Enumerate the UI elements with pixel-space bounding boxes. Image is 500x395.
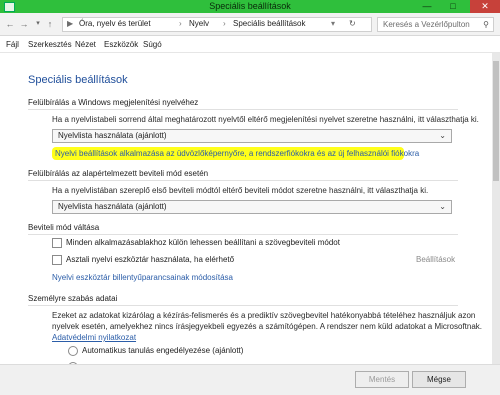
menu-tools[interactable]: Eszközök (104, 40, 138, 49)
forward-arrow-icon[interactable]: → (18, 18, 30, 30)
search-placeholder: Keresés a Vezérlőpulton (383, 20, 470, 29)
menu-file[interactable]: Fájl (6, 40, 19, 49)
scrollbar-thumb[interactable] (493, 61, 499, 181)
menu-help[interactable]: Súgó (143, 40, 162, 49)
save-button[interactable]: Mentés (355, 371, 409, 388)
divider (28, 180, 458, 181)
menu-edit[interactable]: Szerkesztés (28, 40, 72, 49)
back-arrow-icon[interactable]: ← (4, 18, 16, 30)
content-area: Speciális beállítások Felülbírálás a Win… (0, 53, 492, 364)
chevron-down-icon: ⌄ (439, 131, 446, 140)
page-title: Speciális beállítások (28, 74, 128, 86)
cancel-button[interactable]: Mégse (412, 371, 466, 388)
switching-heading: Beviteli mód váltása (28, 223, 100, 232)
dropdown-chevron-icon[interactable]: ▾ (331, 19, 335, 28)
personalization-text-line1: Ezeket az adatokat kizárólag a kézírás-f… (52, 311, 476, 320)
display-language-select[interactable]: Nyelvlista használata (ajánlott) ⌄ (52, 129, 452, 143)
display-override-description: Ha a nyelvlistabeli sorrend által meghat… (52, 115, 479, 124)
refresh-icon[interactable]: ↻ (349, 19, 356, 28)
breadcrumb-item-region[interactable]: Óra, nyelv és terület (79, 19, 151, 28)
footer-bar: Mentés Mégse (0, 364, 500, 395)
input-override-heading: Felülbírálás az alapértelmezett beviteli… (28, 169, 209, 178)
breadcrumb-separator-icon: › (179, 19, 182, 28)
address-bar: ← → ▾ ↑ ▶ Óra, nyelv és terület › Nyelv … (0, 13, 500, 36)
breadcrumb-separator-icon: › (223, 19, 226, 28)
recent-chevron-icon[interactable]: ▾ (32, 18, 44, 30)
divider (28, 234, 458, 235)
desktop-language-bar-label: Asztali nyelvi eszköztár használata, ha … (66, 255, 235, 264)
personalization-heading: Személyre szabás adatai (28, 294, 118, 303)
search-icon[interactable]: ⚲ (483, 20, 489, 29)
divider (28, 109, 458, 110)
search-input[interactable]: Keresés a Vezérlőpulton ⚲ (377, 17, 494, 32)
options-link[interactable]: Beállítások (416, 255, 455, 264)
breadcrumb-item-language[interactable]: Nyelv (189, 19, 209, 28)
title-bar: Speciális beállítások — □ ✕ (0, 0, 500, 13)
menu-bar: Fájl Szerkesztés Nézet Eszközök Súgó (0, 36, 500, 53)
breadcrumb[interactable]: ▶ Óra, nyelv és terület › Nyelv › Speciá… (62, 17, 372, 32)
hotkeys-link[interactable]: Nyelvi eszköztár billentyűparancsainak m… (52, 273, 233, 282)
close-button[interactable]: ✕ (470, 0, 500, 13)
input-method-value: Nyelvlista használata (ajánlott) (58, 202, 167, 211)
auto-learning-radio[interactable] (68, 346, 78, 356)
input-override-description: Ha a nyelvlistában szereplő első bevitel… (52, 186, 429, 195)
per-app-input-checkbox[interactable] (52, 238, 62, 248)
display-language-value: Nyelvlista használata (ajánlott) (58, 131, 167, 140)
personalization-text-line2: nyelvek esetén, amelyekhez nincs írásjeg… (52, 322, 483, 331)
auto-learning-label: Automatikus tanulás engedélyezése (ajánl… (82, 346, 244, 355)
apply-settings-link[interactable]: Nyelvi beállítások alkalmazása az üdvözl… (55, 149, 419, 158)
menu-view[interactable]: Nézet (75, 40, 96, 49)
per-app-input-label: Minden alkalmazásablakhoz külön lehessen… (66, 238, 340, 247)
folder-icon: ▶ (67, 19, 74, 28)
display-override-heading: Felülbírálás a Windows megjelenítési nye… (28, 98, 199, 107)
privacy-statement-link[interactable]: Adatvédelmi nyilatkozat (52, 333, 136, 342)
breadcrumb-item-advanced[interactable]: Speciális beállítások (233, 19, 305, 28)
desktop-language-bar-checkbox[interactable] (52, 255, 62, 265)
vertical-scrollbar[interactable] (492, 53, 500, 364)
up-arrow-icon[interactable]: ↑ (44, 18, 56, 30)
maximize-button[interactable]: □ (440, 0, 466, 13)
minimize-button[interactable]: — (414, 0, 440, 13)
divider (28, 305, 458, 306)
input-method-select[interactable]: Nyelvlista használata (ajánlott) ⌄ (52, 200, 452, 214)
chevron-down-icon: ⌄ (439, 202, 446, 211)
highlighted-link-box: Nyelvi beállítások alkalmazása az üdvözl… (52, 147, 419, 160)
